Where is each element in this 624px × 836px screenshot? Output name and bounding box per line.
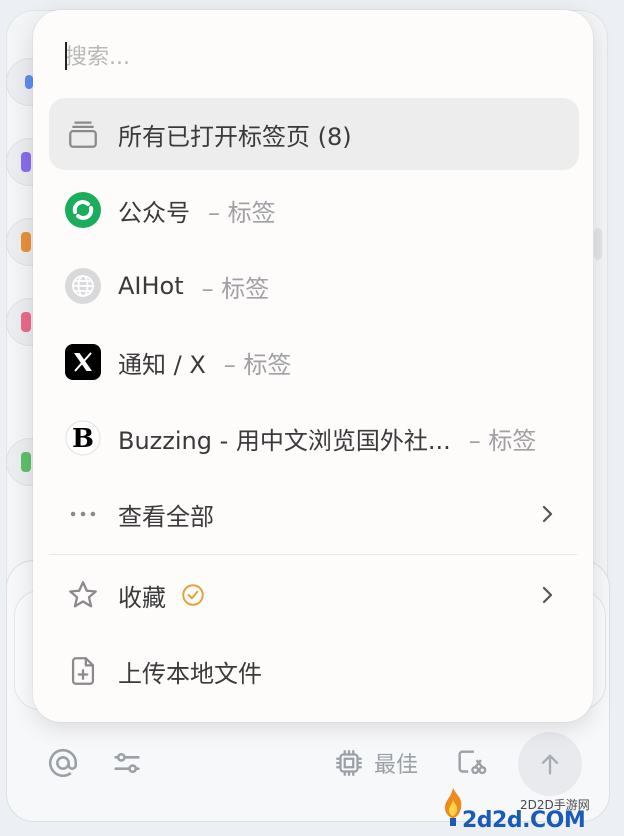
file-plus-icon [65,653,101,689]
tab-label: 公众号 [118,198,190,227]
site-watermark: 2D2D手游网 2d2d.COM [440,782,624,836]
upload-local-file-item[interactable]: 上传本地文件 [49,635,579,707]
context-picker-popup: 所有已打开标签页 (8) 公众号 – 标签 AIHot – 标签 通知 / X … [33,10,593,722]
tab-label: 通知 / X [118,350,206,379]
model-label: 最佳 [374,753,419,778]
tab-suffix: – 标签 [208,198,276,227]
mention-button[interactable] [46,746,80,780]
tab-suffix: – 标签 [468,426,537,455]
sliders-icon [114,752,140,774]
chevron-right-icon [542,586,553,604]
tab-item-x[interactable]: 通知 / X – 标签 [49,326,579,398]
model-selector[interactable]: 最佳 [332,746,418,780]
wechat-icon [65,192,101,228]
tab-label: Buzzing - 用中文浏览国外社... [118,426,451,455]
more-dots-icon [65,496,101,532]
globe-icon [65,268,101,304]
tab-suffix: – 标签 [201,274,270,303]
text-caret [65,42,67,70]
verified-badge-icon [180,582,206,608]
search-input[interactable] [65,40,545,74]
view-all-item[interactable]: 查看全部 [49,478,579,550]
favorites-item[interactable]: 收藏 [49,559,579,631]
watermark-bottom-text: 2d2d.COM [462,808,586,833]
view-all-label: 查看全部 [118,502,214,531]
settings-sliders-button[interactable] [110,746,144,780]
tab-item-wechat[interactable]: 公众号 – 标签 [49,174,579,246]
all-open-tabs-label: 所有已打开标签页 (8) [118,122,352,151]
star-icon [65,577,101,613]
all-open-tabs-item[interactable]: 所有已打开标签页 (8) [49,98,579,170]
bg-scroll-handle [594,228,602,260]
chip-icon [336,750,362,776]
chevron-right-icon [542,505,553,523]
screenshot-cut-icon [458,750,487,775]
tab-label: AIHot [118,272,184,300]
upload-label: 上传本地文件 [118,659,262,688]
svg-text:B: B [72,424,94,454]
tab-item-buzzing[interactable]: B Buzzing - 用中文浏览国外社... – 标签 [49,402,579,474]
buzzing-logo-icon: B [65,420,101,456]
arrow-up-icon [541,754,559,775]
at-icon [48,748,78,777]
menu-divider [49,554,577,555]
tabs-stack-icon [65,116,101,152]
favorites-label: 收藏 [118,583,166,612]
tab-item-aihot[interactable]: AIHot – 标签 [49,250,579,322]
screenshot-button[interactable] [454,746,488,780]
tab-suffix: – 标签 [223,350,292,379]
x-logo-icon [65,344,101,380]
